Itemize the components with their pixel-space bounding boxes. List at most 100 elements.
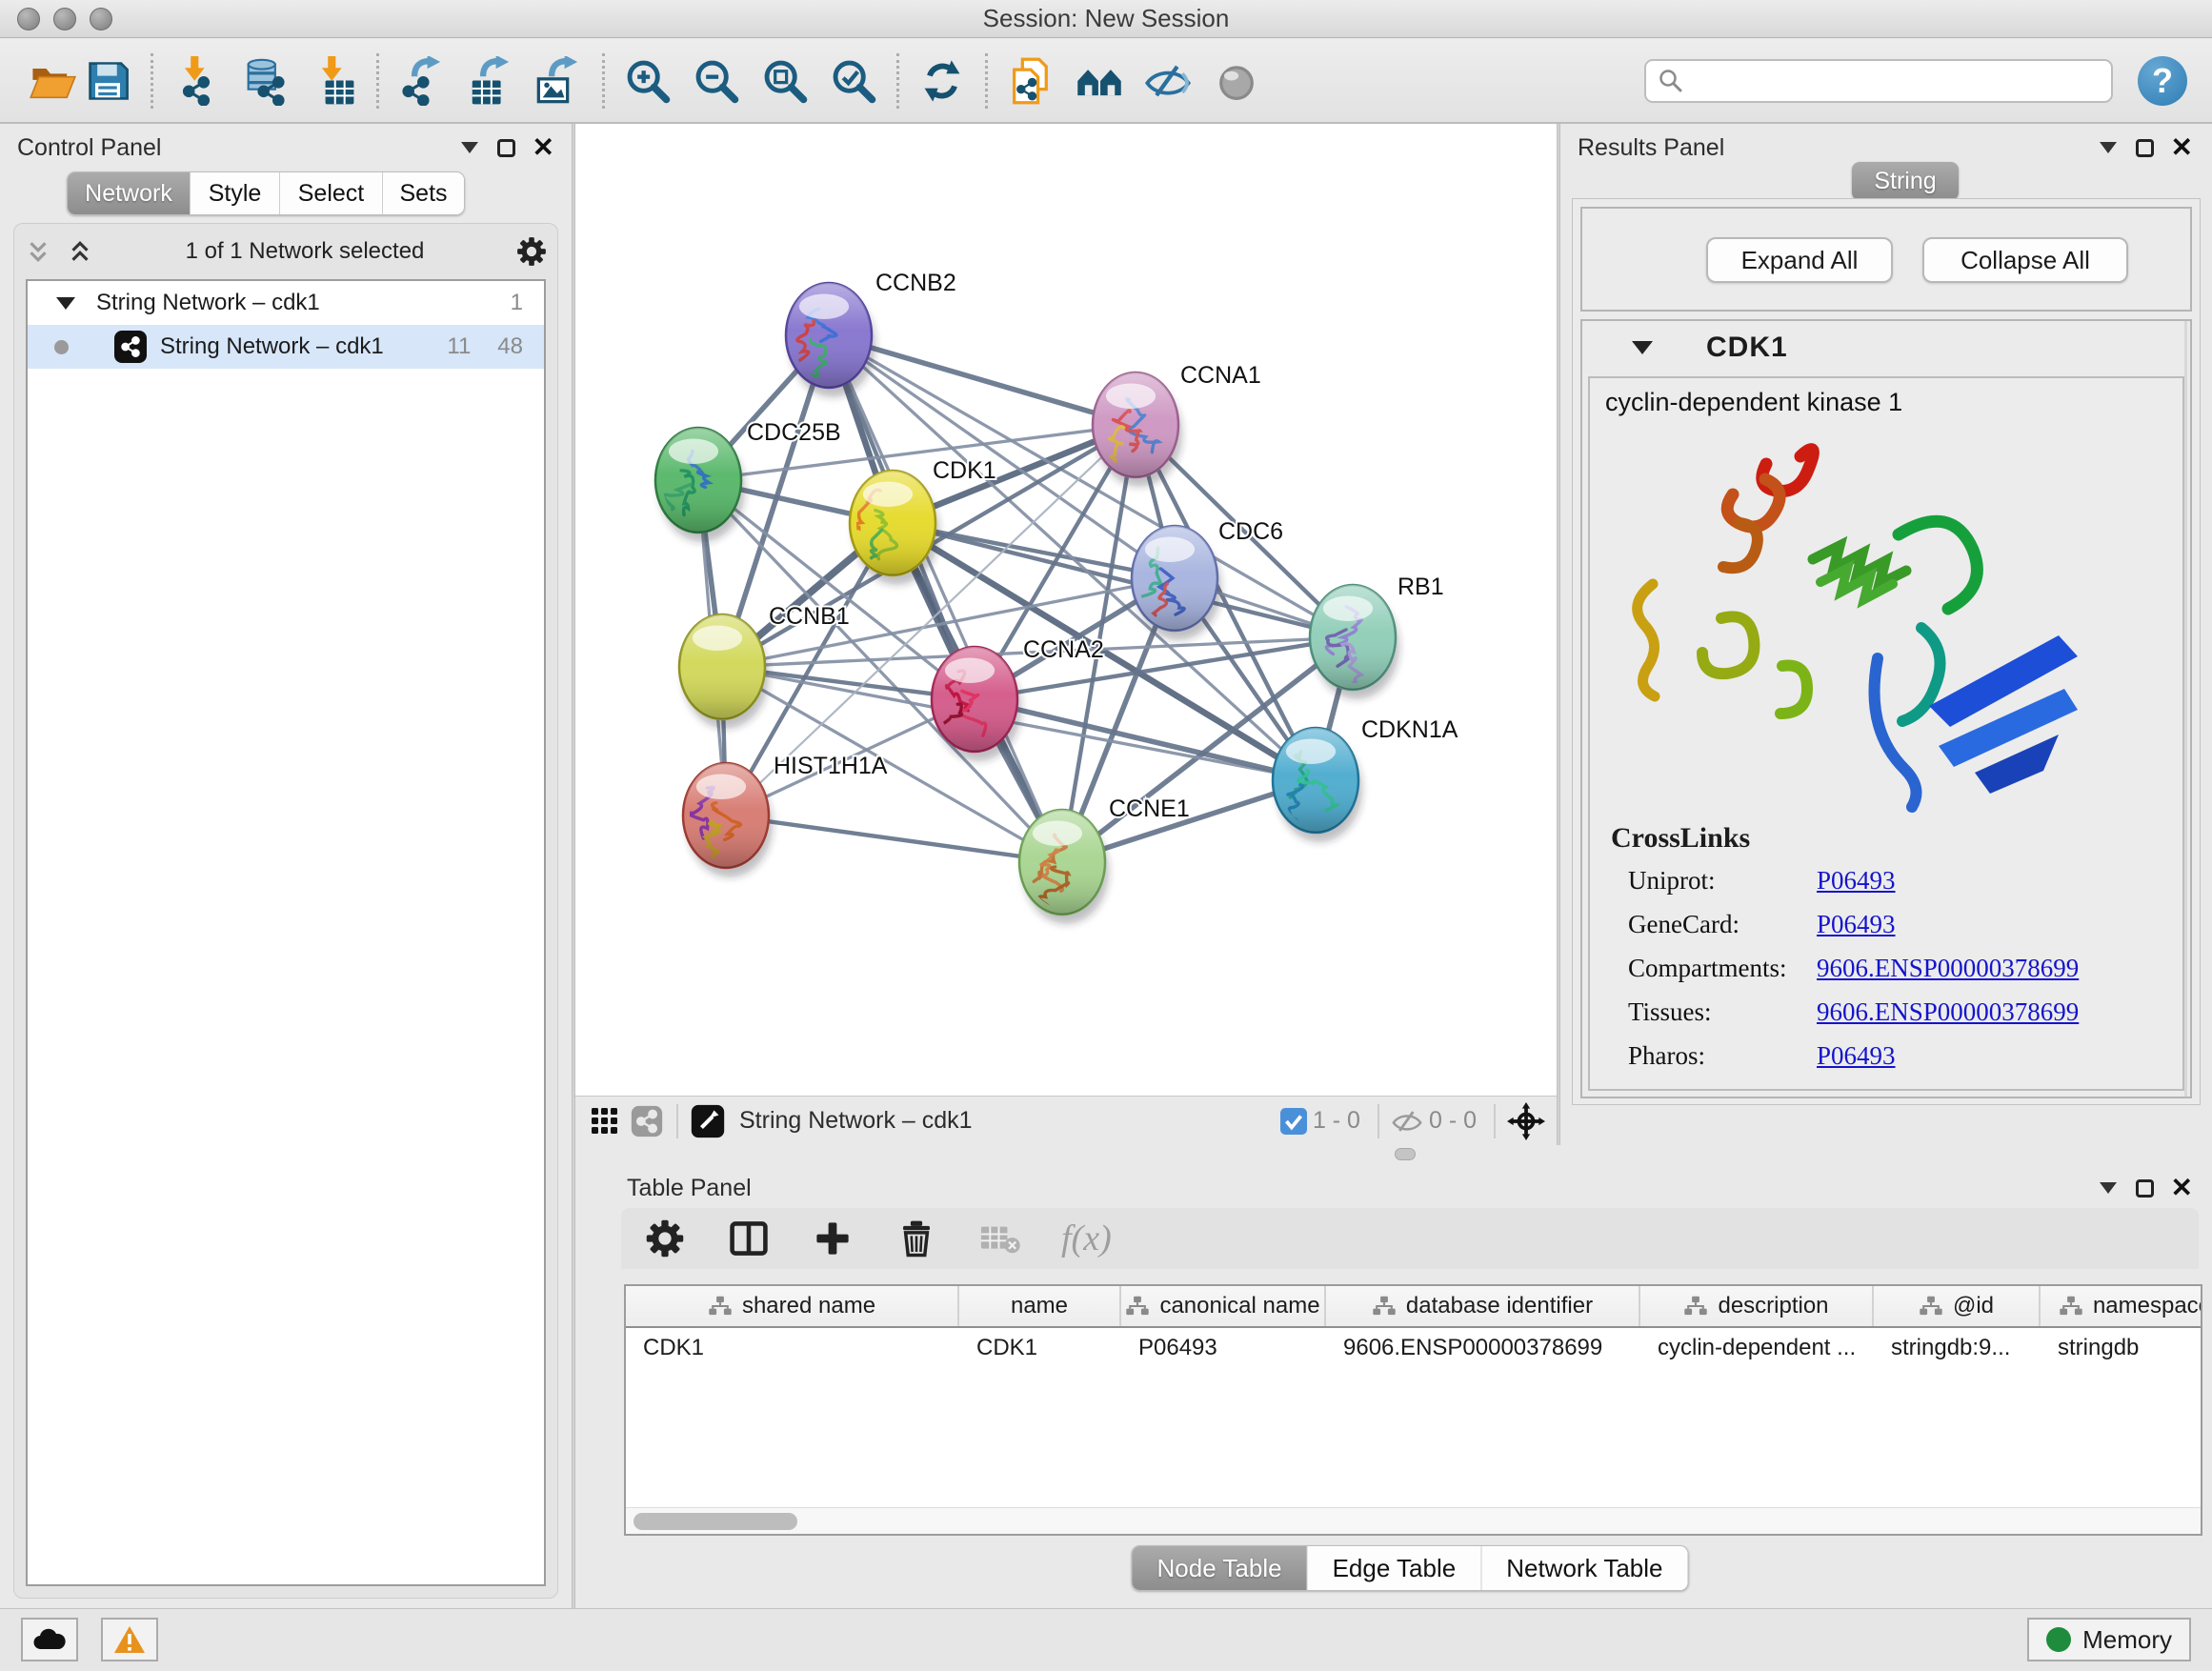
crosslink-link[interactable]: P06493 <box>1817 1041 1896 1070</box>
crosslink-link[interactable]: P06493 <box>1817 910 1896 938</box>
function-builder-icon[interactable]: f(x) <box>1061 1218 1112 1259</box>
column-header[interactable]: @id <box>1874 1286 2041 1326</box>
export-image-button[interactable] <box>532 51 587 111</box>
save-session-button[interactable] <box>80 51 135 111</box>
network-node[interactable] <box>1310 585 1399 699</box>
cloud-button[interactable] <box>21 1618 78 1661</box>
close-window-button[interactable] <box>17 8 40 30</box>
zoom-out-button[interactable] <box>689 51 744 111</box>
export-network-button[interactable] <box>394 51 450 111</box>
float-panel-icon[interactable] <box>2136 139 2154 157</box>
tab-style[interactable]: Style <box>190 172 279 214</box>
panel-menu-icon[interactable] <box>2100 142 2117 153</box>
collapse-all-icon[interactable] <box>24 237 52 266</box>
birds-eye-view-icon[interactable] <box>690 1103 726 1139</box>
export-table-button[interactable] <box>463 51 518 111</box>
network-node[interactable] <box>850 471 939 585</box>
table-cell[interactable]: CDK1 <box>626 1328 959 1368</box>
float-panel-icon[interactable] <box>2136 1179 2154 1198</box>
delete-column-icon[interactable] <box>894 1216 939 1261</box>
expand-all-button[interactable]: Expand All <box>1706 237 1893 283</box>
results-scrollbar[interactable] <box>2184 321 2187 1097</box>
column-header[interactable]: database identifier <box>1326 1286 1640 1326</box>
column-header[interactable]: description <box>1640 1286 1874 1326</box>
table-options-gear-icon[interactable] <box>642 1216 688 1261</box>
import-table-from-file-button[interactable] <box>306 51 361 111</box>
maximize-window-button[interactable] <box>90 8 112 30</box>
column-header[interactable]: name <box>959 1286 1121 1326</box>
table-header-row[interactable]: shared namenamecanonical namedatabase id… <box>626 1286 2201 1328</box>
close-panel-icon[interactable]: ✕ <box>533 134 554 161</box>
collection-expander-icon[interactable] <box>56 297 75 310</box>
string-tab[interactable]: String <box>1852 162 1959 200</box>
network-node[interactable] <box>1093 372 1182 487</box>
update-annotations-button[interactable] <box>915 51 970 111</box>
tab-network-table[interactable]: Network Table <box>1480 1546 1687 1590</box>
search-box[interactable] <box>1644 59 2113 103</box>
network-canvas[interactable]: CCNB2CCNA1CDC25BCDK1CDC6RB1CCNB1CCNA2CDK… <box>575 124 1557 1096</box>
table-cell[interactable]: cyclin-dependent ... <box>1640 1328 1874 1368</box>
column-header[interactable]: shared name <box>626 1286 959 1326</box>
import-network-from-database-button[interactable] <box>237 51 292 111</box>
close-panel-icon[interactable]: ✕ <box>2171 1175 2193 1201</box>
tab-network[interactable]: Network <box>68 172 190 214</box>
create-column-icon[interactable] <box>810 1216 855 1261</box>
close-panel-icon[interactable]: ✕ <box>2171 134 2193 161</box>
grid-view-icon[interactable] <box>587 1103 623 1139</box>
hidden-eye-icon[interactable] <box>1391 1105 1423 1137</box>
show-graphics-details-button[interactable] <box>1209 51 1264 111</box>
tab-edge-table[interactable]: Edge Table <box>1307 1546 1481 1590</box>
import-network-from-file-button[interactable] <box>169 51 224 111</box>
network-share-icon[interactable] <box>629 1103 665 1139</box>
minimize-window-button[interactable] <box>53 8 76 30</box>
network-node[interactable] <box>928 647 1021 761</box>
network-node[interactable] <box>648 428 745 542</box>
panel-menu-icon[interactable] <box>461 142 478 153</box>
tab-node-table[interactable]: Node Table <box>1133 1546 1307 1590</box>
bottom-splitter-handle[interactable] <box>1395 1148 1416 1160</box>
table-cell[interactable]: stringdb:9... <box>1874 1328 2041 1368</box>
column-header[interactable]: namespace <box>2041 1286 2202 1326</box>
crosslink-link[interactable]: P06493 <box>1817 866 1896 895</box>
network-node[interactable] <box>679 614 769 729</box>
open-file-button[interactable] <box>25 51 80 111</box>
node-result-header[interactable]: CDK1 <box>1582 321 2190 374</box>
network-options-gear-icon[interactable] <box>515 235 548 268</box>
collapse-all-button[interactable]: Collapse All <box>1922 237 2128 283</box>
crosslink-link[interactable]: 9606.ENSP00000378699 <box>1817 997 2079 1026</box>
scrollbar-thumb[interactable] <box>633 1513 797 1530</box>
table-cell[interactable]: 9606.ENSP00000378699 <box>1326 1328 1640 1368</box>
network-node[interactable] <box>1273 728 1362 842</box>
tab-select[interactable]: Select <box>279 172 382 214</box>
table-cell[interactable]: CDK1 <box>959 1328 1121 1368</box>
panel-menu-icon[interactable] <box>2100 1182 2117 1194</box>
network-node[interactable] <box>683 763 773 877</box>
zoom-selected-button[interactable] <box>826 51 881 111</box>
zoom-in-button[interactable] <box>620 51 675 111</box>
hide-selected-button[interactable] <box>1140 51 1196 111</box>
selected-checkbox-icon[interactable] <box>1280 1108 1307 1135</box>
table-cell[interactable]: stringdb <box>2041 1328 2202 1368</box>
tab-sets[interactable]: Sets <box>382 172 464 214</box>
table-cell[interactable]: P06493 <box>1121 1328 1326 1368</box>
float-panel-icon[interactable] <box>497 139 515 157</box>
network-row[interactable]: String Network – cdk1 11 48 <box>28 325 544 369</box>
fit-content-button[interactable] <box>757 51 813 111</box>
memory-button[interactable]: Memory <box>2027 1618 2191 1661</box>
search-input[interactable] <box>1684 68 2100 94</box>
network-node[interactable] <box>1019 810 1109 924</box>
show-columns-icon[interactable] <box>726 1216 772 1261</box>
help-button[interactable]: ? <box>2138 56 2187 106</box>
network-collection-row[interactable]: String Network – cdk1 1 <box>28 281 544 325</box>
node-table[interactable]: shared namenamecanonical namedatabase id… <box>624 1284 2202 1536</box>
first-neighbors-button[interactable] <box>1072 51 1127 111</box>
expand-all-icon[interactable] <box>66 237 94 266</box>
pan-crosshair-icon[interactable] <box>1507 1102 1545 1140</box>
crosslink-link[interactable]: 9606.ENSP00000378699 <box>1817 954 2079 982</box>
table-row[interactable]: CDK1CDK1P064939606.ENSP00000378699cyclin… <box>626 1328 2201 1368</box>
column-header[interactable]: canonical name <box>1121 1286 1326 1326</box>
warnings-button[interactable] <box>101 1618 158 1661</box>
table-horizontal-scrollbar[interactable] <box>626 1507 2201 1534</box>
network-node[interactable] <box>786 283 875 397</box>
delete-table-icon[interactable] <box>977 1216 1023 1261</box>
